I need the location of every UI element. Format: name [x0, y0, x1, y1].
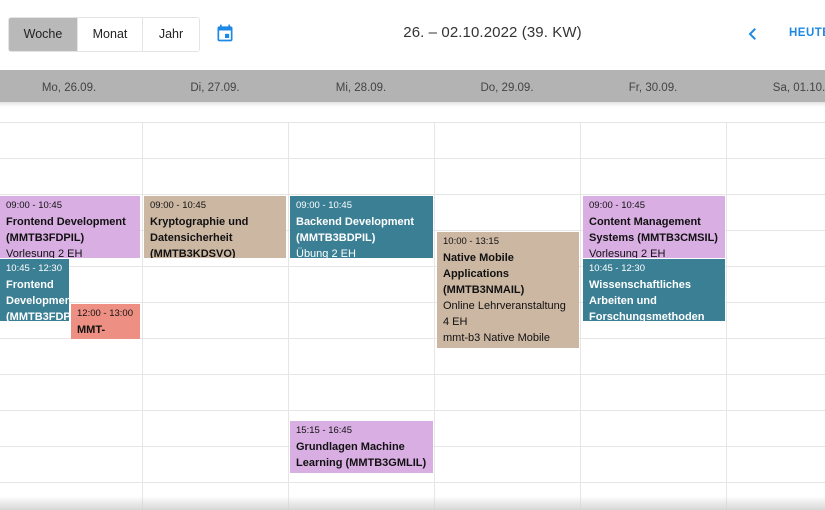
event-detail: Vorlesung 2 EH: [6, 248, 83, 258]
event-backend-development[interactable]: 09:00 - 10:45 Backend Development (MMTB3…: [290, 196, 433, 258]
event-title: MMT-: [77, 324, 106, 336]
event-time: 10:45 - 12:30: [589, 263, 645, 274]
column-divider: [288, 122, 289, 510]
event-title: Backend Development (MMTB3BDPIL): [296, 216, 414, 244]
event-time: 15:15 - 16:45: [296, 425, 352, 436]
day-label-thu: Do, 29.09.: [480, 82, 534, 94]
today-button[interactable]: HEUTE: [789, 27, 825, 39]
day-label-sat: Sa, 01.10.: [772, 82, 825, 94]
day-label-fri: Fr, 30.09.: [628, 82, 678, 94]
event-content-management-systems[interactable]: 09:00 - 10:45 Content Management Systems…: [583, 196, 725, 258]
day-label-wed: Mi, 28.09.: [335, 82, 387, 94]
event-time: 09:00 - 10:45: [150, 200, 206, 211]
header-shadow: [0, 102, 825, 107]
day-label-tue: Di, 27.09.: [190, 82, 240, 94]
date-range-title: 26. – 02.10.2022 (39. KW): [403, 24, 582, 41]
event-native-mobile-applications[interactable]: 10:00 - 13:15 Native Mobile Applications…: [437, 232, 579, 348]
event-title: Wissenschaftliches Arbeiten und Forschun…: [589, 279, 705, 321]
calendar-app: Woche Monat Jahr 26. – 02.10.2022 (39. K…: [0, 0, 825, 510]
event-frontend-development-2[interactable]: 10:45 - 12:30 Frontend Development (MMTB…: [0, 259, 69, 321]
event-time: 09:00 - 10:45: [296, 200, 352, 211]
event-title: Grundlagen Machine Learning (MMTB3GMLIL): [296, 441, 427, 469]
event-detail: Vorlesung 2 EH: [589, 248, 666, 258]
event-detail-2: mmt-b3 Native Mobile: [443, 332, 550, 344]
chevron-left-icon[interactable]: [744, 24, 762, 44]
column-divider: [142, 122, 143, 510]
event-title: Frontend Development (MMTB3FDPIL): [6, 279, 69, 321]
event-title: Native Mobile Applications (MMTB3NMAIL): [443, 252, 525, 296]
column-divider: [580, 122, 581, 510]
grid-line: [0, 158, 825, 159]
grid-line: [0, 122, 825, 123]
grid-line: [0, 410, 825, 411]
column-divider: [726, 122, 727, 510]
event-time: 12:00 - 13:00: [77, 308, 133, 319]
event-frontend-development[interactable]: 09:00 - 10:45 Frontend Development (MMTB…: [0, 196, 140, 258]
grid-line: [0, 482, 825, 483]
view-week-button[interactable]: Woche: [9, 18, 78, 51]
grid-line: [0, 194, 825, 195]
view-month-button[interactable]: Monat: [78, 18, 143, 51]
event-title: Content Management Systems (MMTB3CMSIL): [589, 216, 718, 244]
event-time: 09:00 - 10:45: [589, 200, 645, 211]
day-label-mon: Mo, 26.09.: [41, 82, 97, 94]
calendar-icon[interactable]: [215, 23, 235, 43]
bottom-fade: [0, 496, 825, 510]
event-machine-learning[interactable]: 15:15 - 16:45 Grundlagen Machine Learnin…: [290, 421, 433, 473]
event-title: Frontend Development (MMTB3FDPIL): [6, 216, 126, 244]
view-year-button[interactable]: Jahr: [143, 18, 199, 51]
event-title: Kryptographie und Datensicherheit (MMTB3…: [150, 216, 249, 258]
view-toggle: Woche Monat Jahr: [8, 17, 200, 52]
event-wissenschaftliches-arbeiten[interactable]: 10:45 - 12:30 Wissenschaftliches Arbeite…: [583, 259, 725, 321]
event-time: 10:45 - 12:30: [6, 263, 62, 274]
event-time: 10:00 - 13:15: [443, 236, 499, 247]
event-detail: Online Lehrveranstaltung 4 EH: [443, 300, 566, 328]
event-detail: Übung 2 EH: [296, 248, 356, 258]
column-divider: [434, 122, 435, 510]
event-time: 09:00 - 10:45: [6, 200, 62, 211]
event-kryptographie[interactable]: 09:00 - 10:45 Kryptographie und Datensic…: [144, 196, 286, 258]
grid-line: [0, 374, 825, 375]
event-mmt[interactable]: 12:00 - 13:00 MMT-: [71, 304, 140, 339]
day-header: Mo, 26.09. Di, 27.09. Mi, 28.09. Do, 29.…: [0, 70, 825, 102]
